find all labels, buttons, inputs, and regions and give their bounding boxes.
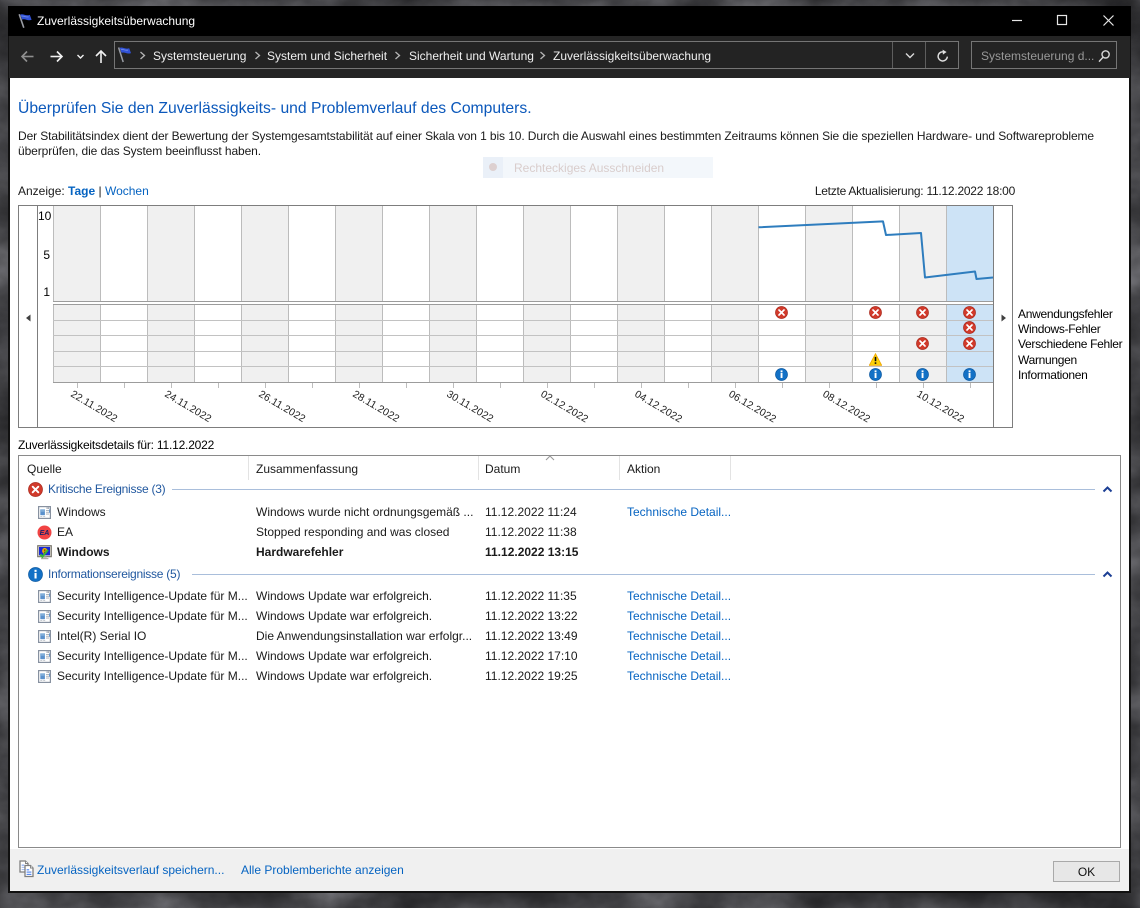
svg-text:EA: EA [40, 529, 50, 536]
